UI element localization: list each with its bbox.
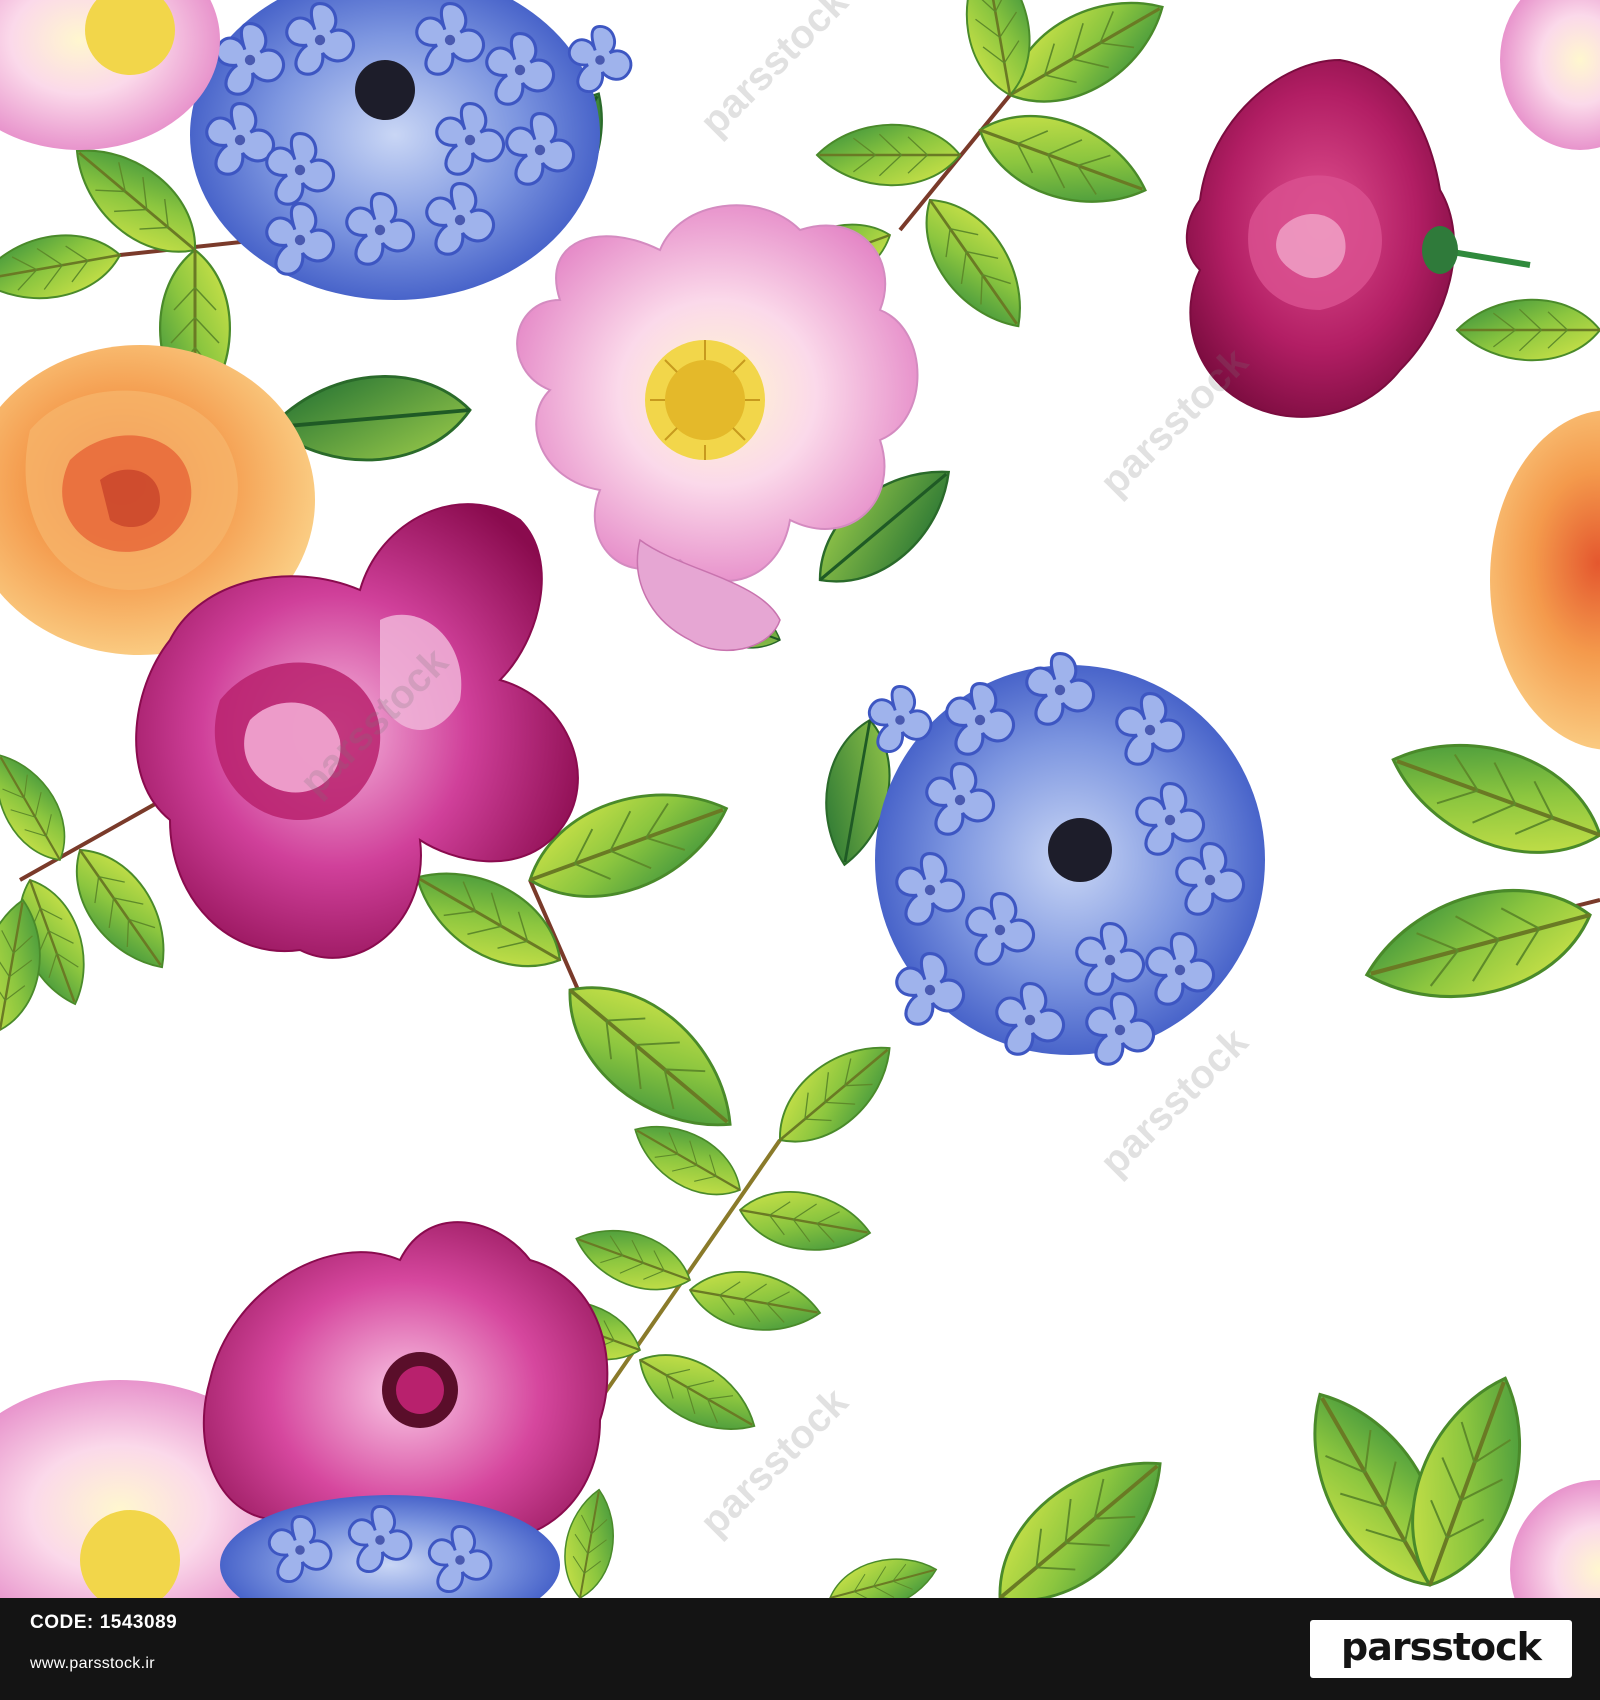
- brand-logo[interactable]: parsstock: [1310, 1620, 1572, 1678]
- peach-bloom-left-edge-top: [0, 0, 220, 150]
- floral-pattern-artwork: parsstock parsstock parsstock parsstock …: [0, 0, 1600, 1598]
- pink-bloom-right-edge-bottom: [1510, 1480, 1600, 1598]
- code-label: CODE:: [30, 1612, 94, 1633]
- pink-peony-bottom: [0, 1221, 609, 1598]
- blue-phlox-cluster-center: [867, 652, 1265, 1066]
- orange-rose-right-edge: [1490, 410, 1600, 750]
- crimson-rose-top-right: [1185, 58, 1531, 418]
- flower-illustration: [0, 0, 1600, 1598]
- stock-footer-bar: CODE: 1543089 www.parsstock.ir parsstock: [0, 1598, 1600, 1700]
- code-value: 1543089: [99, 1612, 178, 1633]
- brand-name: parsstock: [1341, 1625, 1542, 1669]
- pink-wild-rose-top: [516, 204, 919, 652]
- site-url-link[interactable]: www.parsstock.ir: [30, 1655, 155, 1673]
- image-code: CODE: 1543089: [30, 1612, 177, 1634]
- pink-bloom-right-edge-top: [1500, 0, 1600, 150]
